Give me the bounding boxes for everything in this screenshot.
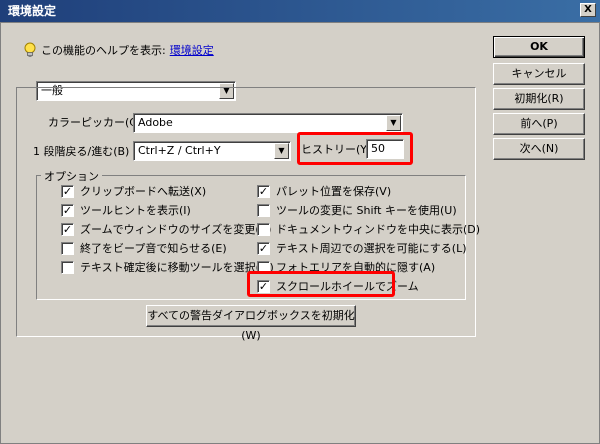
checkbox[interactable] (61, 241, 74, 255)
close-button[interactable]: X (580, 3, 596, 17)
option-move-tool[interactable]: テキスト確定後に移動ツールを選択(M) (61, 259, 274, 275)
checkbox[interactable]: ✓ (257, 241, 270, 255)
help-link[interactable]: 環境設定 (170, 42, 214, 58)
option-palette-position[interactable]: ✓ パレット位置を保存(V) (257, 183, 391, 199)
checkbox[interactable]: ✓ (61, 203, 74, 217)
reset-warnings-button[interactable]: すべての警告ダイアログボックスを初期化(W) (146, 305, 356, 342)
help-text: この機能のヘルプを表示: (41, 44, 166, 57)
option-label: パレット位置を保存(V) (276, 185, 392, 198)
option-tooltips[interactable]: ✓ ツールヒントを表示(I) (61, 202, 191, 218)
checkbox[interactable] (257, 203, 270, 217)
color-picker-value: Adobe (138, 116, 173, 129)
checkbox[interactable] (257, 222, 270, 236)
option-shift-tool[interactable]: ツールの変更に Shift キーを使用(U) (257, 202, 457, 218)
option-label: ズームでウィンドウのサイズを変更(Z) (80, 223, 272, 236)
window-titlebar: 環境設定 X (0, 0, 600, 22)
color-picker-select[interactable]: Adobe ▼ (133, 113, 403, 133)
option-label: テキスト確定後に移動ツールを選択(M) (80, 261, 274, 274)
undo-value: Ctrl+Z / Ctrl+Y (138, 144, 221, 157)
option-zoom-resize[interactable]: ✓ ズームでウィンドウのサイズを変更(Z) (61, 221, 271, 237)
undo-select[interactable]: Ctrl+Z / Ctrl+Y ▼ (133, 141, 291, 161)
prev-button[interactable]: 前へ(P) (493, 113, 585, 135)
checkbox[interactable]: ✓ (61, 222, 74, 236)
lightbulb-icon (24, 42, 36, 57)
option-label: テキスト周辺での選択を可能にする(L) (276, 242, 467, 255)
option-clipboard[interactable]: ✓ クリップボードへ転送(X) (61, 183, 206, 199)
option-label: 終了をビープ音で知らせる(E) (80, 242, 227, 255)
chevron-down-icon[interactable]: ▼ (274, 143, 289, 159)
preferences-dialog: この機能のヘルプを表示: 環境設定 一般 ▼ カラーピッカー(C): Adobe… (0, 22, 600, 444)
checkbox[interactable] (61, 260, 74, 274)
scroll-zoom-highlight (247, 271, 395, 297)
history-highlight (297, 132, 413, 165)
option-text-selection[interactable]: ✓ テキスト周辺での選択を可能にする(L) (257, 240, 467, 256)
option-label: ドキュメントウィンドウを中央に表示(D) (276, 223, 481, 236)
ok-button[interactable]: OK (493, 36, 585, 58)
cancel-button[interactable]: キャンセル (493, 63, 585, 85)
window-title: 環境設定 (8, 4, 57, 18)
option-label: ツールヒントを表示(I) (80, 204, 191, 217)
option-beep[interactable]: 終了をビープ音で知らせる(E) (61, 240, 227, 256)
chevron-down-icon[interactable]: ▼ (386, 115, 401, 131)
next-button[interactable]: 次へ(N) (493, 138, 585, 160)
checkbox[interactable]: ✓ (257, 184, 270, 198)
undo-label: 1 段階戻る/進む(B) (33, 145, 130, 158)
option-center-window[interactable]: ドキュメントウィンドウを中央に表示(D) (257, 221, 480, 237)
option-label: クリップボードへ転送(X) (80, 185, 207, 198)
options-caption: オプション (41, 168, 102, 184)
reset-button[interactable]: 初期化(R) (493, 88, 585, 110)
color-picker-label: カラーピッカー(C): (48, 116, 145, 129)
checkbox[interactable]: ✓ (61, 184, 74, 198)
help-row: この機能のヘルプを表示: 環境設定 (23, 41, 214, 59)
option-label: ツールの変更に Shift キーを使用(U) (276, 204, 457, 217)
